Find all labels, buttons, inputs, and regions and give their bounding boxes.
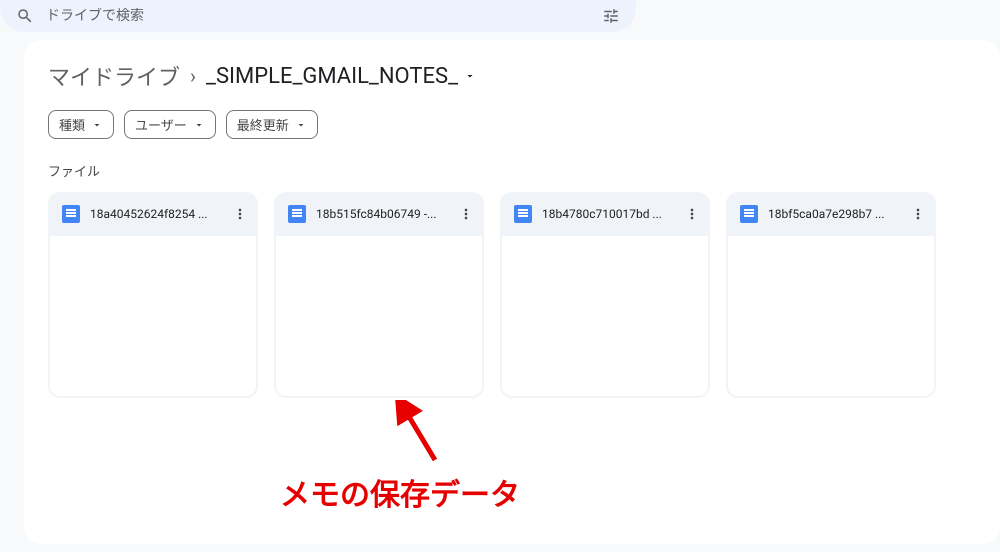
file-name: 18b4780c710017bd ...	[542, 207, 680, 221]
docs-icon	[288, 205, 306, 223]
more-icon[interactable]	[680, 202, 704, 226]
file-card-header: 18bf5ca0a7e298b7 ...	[726, 192, 936, 236]
filter-type[interactable]: 種類	[48, 110, 114, 139]
file-name: 18b515fc84b06749 -...	[316, 207, 454, 221]
caret-down-icon	[91, 119, 103, 131]
breadcrumb-current[interactable]: _SIMPLE_GMAIL_NOTES_	[206, 64, 476, 89]
file-card[interactable]: 18b4780c710017bd ...	[500, 192, 710, 398]
filter-modified[interactable]: 最終更新	[226, 110, 318, 139]
filter-user-label: ユーザー	[135, 115, 187, 134]
file-card[interactable]: 18a40452624f8254 ...	[48, 192, 258, 398]
file-preview	[50, 236, 256, 396]
search-bar	[0, 0, 636, 32]
more-icon[interactable]	[906, 202, 930, 226]
file-grid: 18a40452624f8254 ... 18b515fc84b06749 -.…	[48, 192, 976, 398]
search-icon[interactable]	[16, 7, 34, 25]
more-icon[interactable]	[454, 202, 478, 226]
file-card-header: 18b515fc84b06749 -...	[274, 192, 484, 236]
file-preview	[276, 236, 482, 396]
content-area: マイドライブ › _SIMPLE_GMAIL_NOTES_ 種類 ユーザー 最終…	[24, 40, 1000, 544]
file-card-header: 18a40452624f8254 ...	[48, 192, 258, 236]
tune-icon[interactable]	[602, 7, 620, 25]
file-name: 18a40452624f8254 ...	[90, 207, 228, 221]
file-preview	[502, 236, 708, 396]
file-name: 18bf5ca0a7e298b7 ...	[768, 207, 906, 221]
docs-icon	[62, 205, 80, 223]
caret-down-icon	[295, 119, 307, 131]
caret-down-icon	[464, 70, 476, 82]
filter-modified-label: 最終更新	[237, 115, 289, 134]
breadcrumb-root[interactable]: マイドライブ	[48, 60, 180, 92]
section-files-label: ファイル	[48, 161, 976, 180]
chevron-right-icon: ›	[190, 64, 196, 88]
breadcrumb: マイドライブ › _SIMPLE_GMAIL_NOTES_	[48, 60, 976, 92]
annotation-arrow-icon	[395, 400, 445, 474]
filter-type-label: 種類	[59, 115, 85, 134]
file-preview	[728, 236, 934, 396]
caret-down-icon	[193, 119, 205, 131]
search-input[interactable]	[46, 8, 594, 24]
file-card-header: 18b4780c710017bd ...	[500, 192, 710, 236]
file-card[interactable]: 18bf5ca0a7e298b7 ...	[726, 192, 936, 398]
file-card[interactable]: 18b515fc84b06749 -...	[274, 192, 484, 398]
filter-user[interactable]: ユーザー	[124, 110, 216, 139]
docs-icon	[740, 205, 758, 223]
docs-icon	[514, 205, 532, 223]
filter-chips: 種類 ユーザー 最終更新	[48, 110, 976, 139]
more-icon[interactable]	[228, 202, 252, 226]
breadcrumb-current-label: _SIMPLE_GMAIL_NOTES_	[206, 64, 458, 89]
annotation-text: メモの保存データ	[280, 470, 520, 514]
